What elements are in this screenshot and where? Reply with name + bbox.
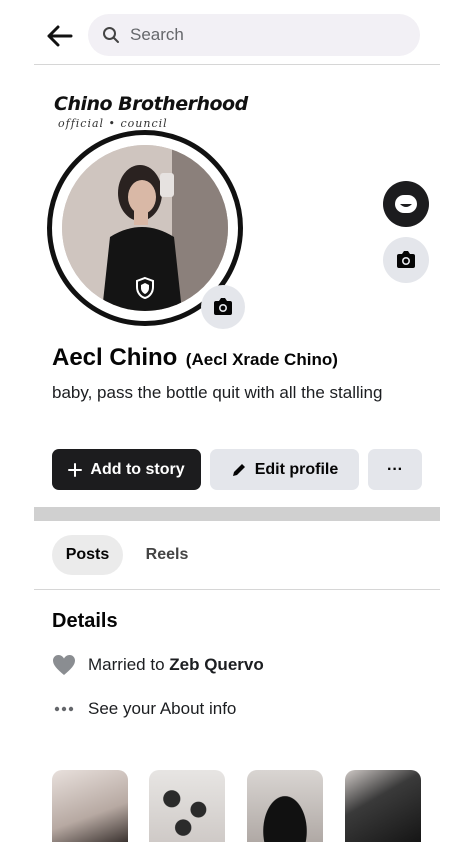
change-avatar-button[interactable] (201, 285, 245, 329)
pencil-icon (231, 462, 247, 478)
camera-icon (397, 251, 415, 268)
edit-profile-label: Edit profile (254, 460, 339, 478)
photo-thumbnail[interactable] (149, 770, 225, 842)
edit-profile-button[interactable]: Edit profile (210, 449, 359, 490)
heart-icon (52, 653, 76, 677)
photo-thumbnail[interactable] (345, 770, 421, 842)
header-divider (34, 64, 440, 65)
photo-thumbnail[interactable] (52, 770, 128, 842)
back-button[interactable] (44, 20, 76, 52)
profile-name: Aecl Chino (Aecl Xrade Chino) (52, 344, 338, 372)
see-about-row[interactable]: See your About info (52, 697, 236, 721)
profile-display-name: Aecl Chino (52, 344, 178, 371)
avatar-icon (395, 195, 417, 213)
photo-thumbnail[interactable] (247, 770, 323, 842)
more-dots-icon (52, 697, 76, 721)
section-separator (34, 507, 440, 521)
cover-title: Chino Brotherhood (54, 93, 248, 115)
partner-name[interactable]: Zeb Quervo (169, 655, 263, 675)
add-to-story-button[interactable]: Add to story (52, 449, 201, 490)
profile-bio: baby, pass the bottle quit with all the … (52, 383, 383, 402)
search-input[interactable] (128, 24, 372, 46)
tab-posts[interactable]: Posts (52, 535, 123, 575)
camera-icon (214, 298, 232, 315)
avatar-button[interactable] (383, 181, 429, 227)
shield-icon (134, 276, 156, 305)
tab-reels[interactable]: Reels (137, 535, 197, 575)
details-heading: Details (52, 610, 118, 632)
change-cover-button[interactable] (383, 237, 429, 283)
see-about-label: See your About info (88, 699, 237, 718)
search-bar[interactable] (88, 14, 420, 56)
relationship-prefix: Married to (88, 655, 165, 674)
more-dots-icon: ··· (387, 460, 403, 478)
cover-subtitle: official • council (58, 117, 168, 130)
tabs-divider (34, 589, 440, 590)
top-bar (0, 0, 474, 66)
search-icon (102, 26, 120, 44)
plus-icon (68, 462, 83, 477)
more-options-button[interactable]: ··· (368, 449, 422, 490)
arrow-left-icon (47, 25, 73, 47)
relationship-row[interactable]: Married to Zeb Quervo (52, 653, 264, 677)
add-to-story-label: Add to story (90, 460, 185, 478)
profile-alternate-name: (Aecl Xrade Chino) (185, 350, 338, 369)
